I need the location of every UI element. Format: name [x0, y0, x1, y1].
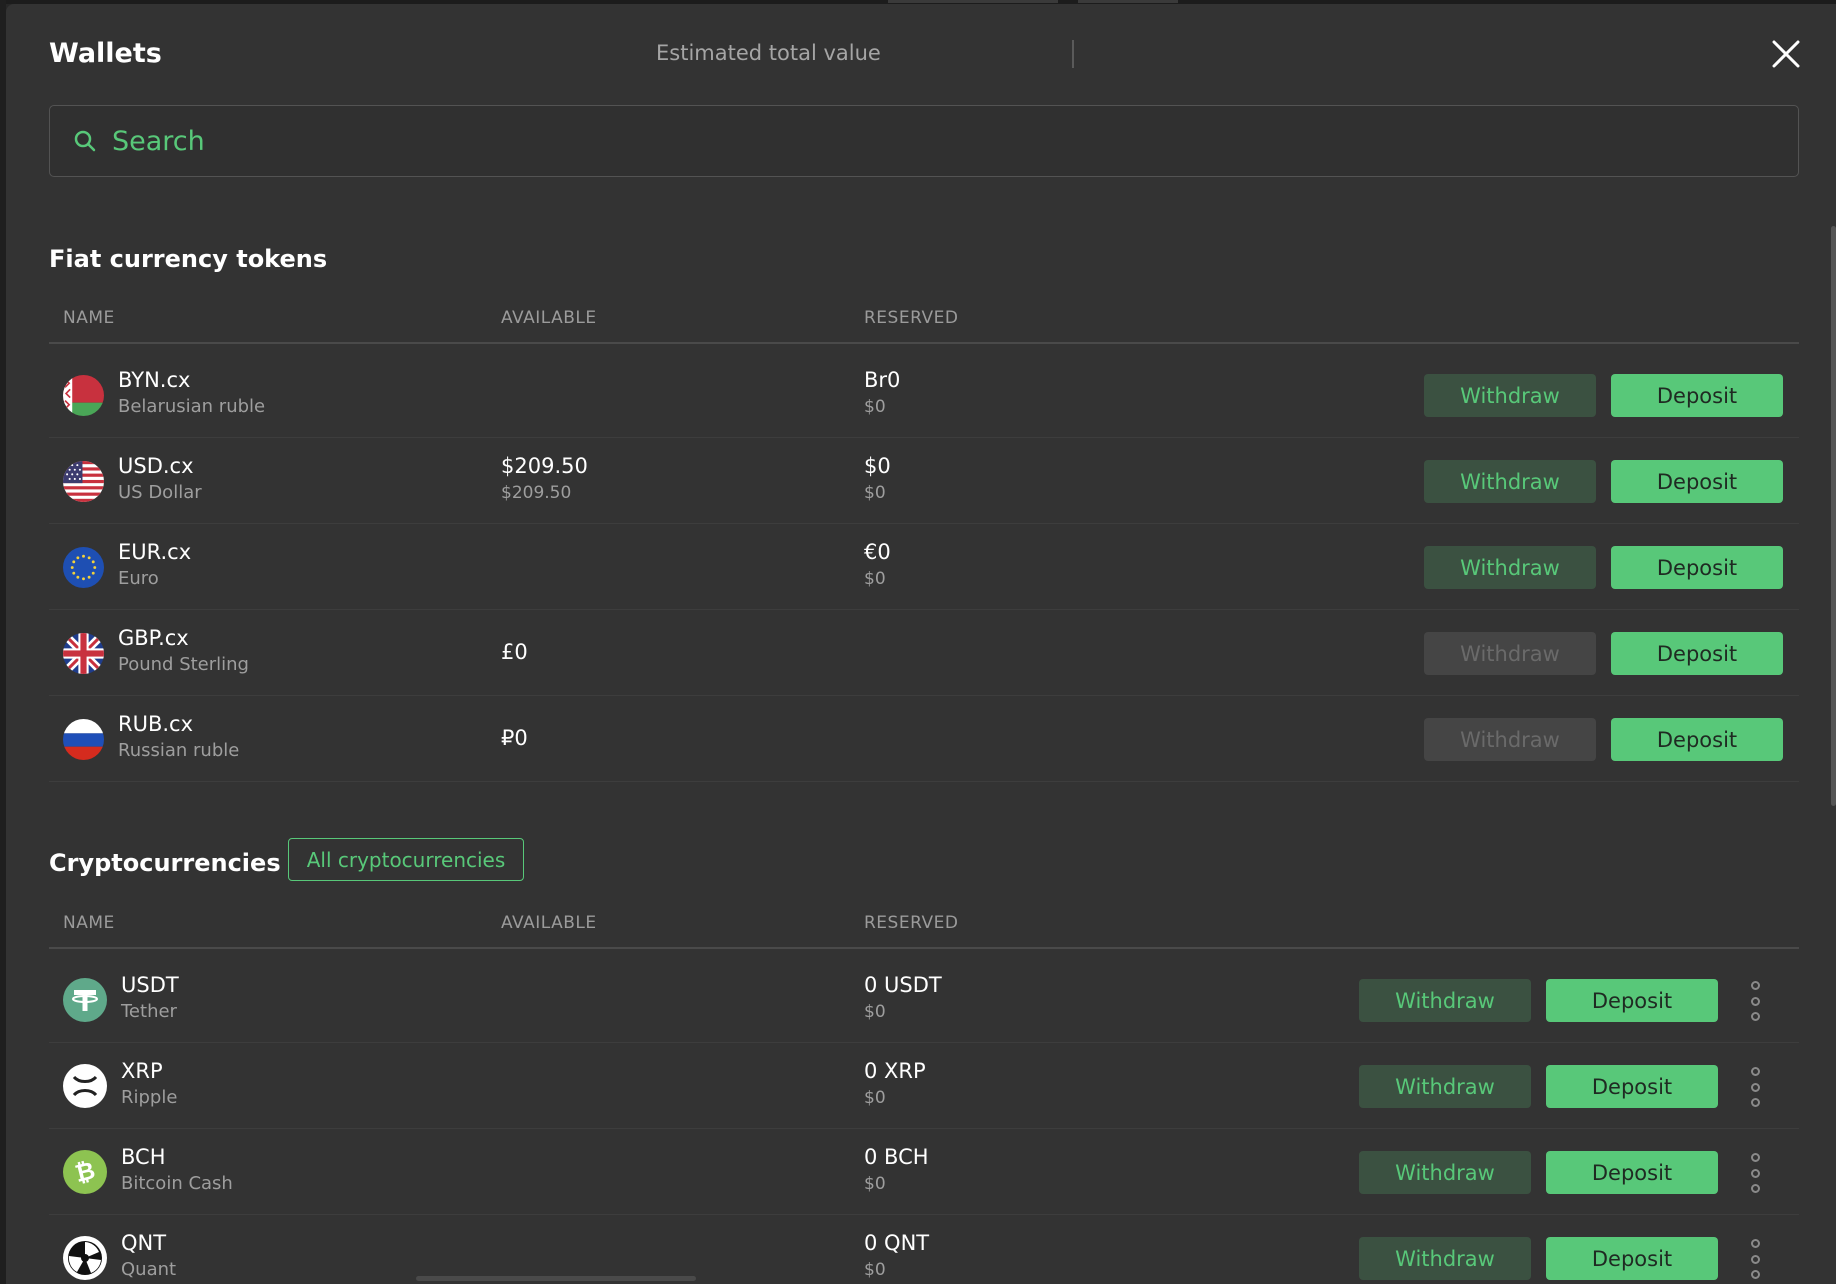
available-amount: $209.50	[501, 454, 588, 478]
deposit-button[interactable]: Deposit	[1611, 374, 1783, 417]
available-amount: £0	[501, 640, 528, 664]
eu-flag-icon	[63, 547, 104, 588]
table-row: RUB.cx Russian ruble ₽0 Withdraw Deposit	[49, 696, 1799, 782]
token-name: Ripple	[121, 1087, 178, 1108]
top-edge-segment	[888, 0, 1058, 3]
token-name: Bitcoin Cash	[121, 1173, 233, 1194]
token-name: Belarusian ruble	[118, 396, 266, 417]
available-amount: ₽0	[501, 726, 528, 750]
reserved-usd: $0	[864, 1088, 886, 1108]
tether-icon	[63, 978, 107, 1022]
token-symbol: USD.cx	[118, 454, 194, 478]
bitcoin-cash-icon: ₿	[63, 1150, 107, 1194]
table-row: QNT Quant 0 QNT $0 Withdraw Deposit	[49, 1215, 1799, 1284]
withdraw-button[interactable]: Withdraw	[1424, 546, 1596, 589]
reserved-amount: 0 USDT	[864, 973, 942, 997]
token-name: Pound Sterling	[118, 654, 249, 675]
reserved-usd: $0	[864, 1002, 886, 1022]
table-row: USDT Tether 0 USDT $0 Withdraw Deposit	[49, 957, 1799, 1043]
vertical-scrollbar[interactable]	[1831, 226, 1836, 806]
more-options-icon[interactable]	[1748, 981, 1762, 1021]
reserved-usd: $0	[864, 1260, 886, 1280]
xrp-icon	[63, 1064, 107, 1108]
available-usd: $209.50	[501, 483, 572, 503]
withdraw-button[interactable]: Withdraw	[1359, 1151, 1531, 1194]
reserved-amount: 0 BCH	[864, 1145, 929, 1169]
column-header-name: NAME	[63, 913, 115, 933]
token-name: Quant	[121, 1259, 177, 1280]
crypto-table-header: NAME AVAILABLE RESERVED	[49, 897, 1799, 949]
deposit-button[interactable]: Deposit	[1546, 979, 1718, 1022]
wallets-modal: Wallets Estimated total value Fiat curre…	[6, 4, 1836, 1284]
token-name: US Dollar	[118, 482, 202, 503]
token-symbol: EUR.cx	[118, 540, 192, 564]
column-header-available: AVAILABLE	[501, 913, 597, 933]
withdraw-button[interactable]: Withdraw	[1424, 460, 1596, 503]
estimated-total-label: Estimated total value	[656, 41, 881, 65]
token-symbol: USDT	[121, 973, 179, 997]
reserved-usd: $0	[864, 397, 886, 417]
table-row: USD.cx US Dollar $209.50 $209.50 $0 $0 W…	[49, 438, 1799, 524]
reserved-usd: $0	[864, 483, 886, 503]
fiat-section-title: Fiat currency tokens	[49, 245, 328, 273]
column-header-reserved: RESERVED	[864, 913, 959, 933]
withdraw-button-disabled: Withdraw	[1424, 632, 1596, 675]
reserved-amount: $0	[864, 454, 891, 478]
search-box[interactable]	[49, 105, 1799, 177]
table-row: EUR.cx Euro €0 $0 Withdraw Deposit	[49, 524, 1799, 610]
table-row: BYN.cx Belarusian ruble Br0 $0 Withdraw …	[49, 352, 1799, 438]
column-header-reserved: RESERVED	[864, 308, 959, 328]
uk-flag-icon	[63, 633, 104, 674]
top-edge-segment	[1078, 0, 1178, 3]
withdraw-button[interactable]: Withdraw	[1359, 1065, 1531, 1108]
deposit-button[interactable]: Deposit	[1611, 632, 1783, 675]
token-symbol: BCH	[121, 1145, 166, 1169]
column-header-available: AVAILABLE	[501, 308, 597, 328]
us-flag-icon	[63, 461, 104, 502]
more-options-icon[interactable]	[1748, 1239, 1762, 1279]
column-header-name: NAME	[63, 308, 115, 328]
russia-flag-icon	[63, 719, 104, 760]
horizontal-scrollbar[interactable]	[416, 1276, 696, 1281]
token-symbol: GBP.cx	[118, 626, 189, 650]
reserved-amount: Br0	[864, 368, 901, 392]
header-divider	[1072, 40, 1074, 68]
table-row: XRP Ripple 0 XRP $0 Withdraw Deposit	[49, 1043, 1799, 1129]
deposit-button[interactable]: Deposit	[1611, 546, 1783, 589]
reserved-amount: 0 XRP	[864, 1059, 926, 1083]
belarus-flag-icon	[63, 375, 104, 416]
withdraw-button[interactable]: Withdraw	[1359, 979, 1531, 1022]
token-symbol: RUB.cx	[118, 712, 194, 736]
more-options-icon[interactable]	[1748, 1067, 1762, 1107]
withdraw-button[interactable]: Withdraw	[1359, 1237, 1531, 1280]
withdraw-button[interactable]: Withdraw	[1424, 374, 1596, 417]
deposit-button[interactable]: Deposit	[1611, 460, 1783, 503]
crypto-section-title: Cryptocurrencies	[49, 849, 281, 877]
deposit-button[interactable]: Deposit	[1546, 1151, 1718, 1194]
search-input[interactable]	[112, 125, 1712, 157]
more-options-icon[interactable]	[1748, 1153, 1762, 1193]
token-name: Russian ruble	[118, 740, 240, 761]
deposit-button[interactable]: Deposit	[1546, 1065, 1718, 1108]
token-symbol: XRP	[121, 1059, 163, 1083]
reserved-usd: $0	[864, 1174, 886, 1194]
token-symbol: BYN.cx	[118, 368, 191, 392]
token-symbol: QNT	[121, 1231, 167, 1255]
table-row: ₿ BCH Bitcoin Cash 0 BCH $0 Withdraw Dep…	[49, 1129, 1799, 1215]
reserved-amount: 0 QNT	[864, 1231, 930, 1255]
reserved-usd: $0	[864, 569, 886, 589]
reserved-amount: €0	[864, 540, 891, 564]
search-icon	[74, 130, 96, 152]
modal-title: Wallets	[49, 38, 162, 69]
withdraw-button-disabled: Withdraw	[1424, 718, 1596, 761]
token-name: Euro	[118, 568, 159, 589]
all-cryptocurrencies-button[interactable]: All cryptocurrencies	[288, 838, 524, 881]
table-row: GBP.cx Pound Sterling £0 Withdraw Deposi…	[49, 610, 1799, 696]
quant-icon	[63, 1236, 107, 1280]
close-icon[interactable]	[1766, 34, 1806, 74]
token-name: Tether	[121, 1001, 177, 1022]
fiat-table-header: NAME AVAILABLE RESERVED	[49, 292, 1799, 344]
deposit-button[interactable]: Deposit	[1546, 1237, 1718, 1280]
deposit-button[interactable]: Deposit	[1611, 718, 1783, 761]
